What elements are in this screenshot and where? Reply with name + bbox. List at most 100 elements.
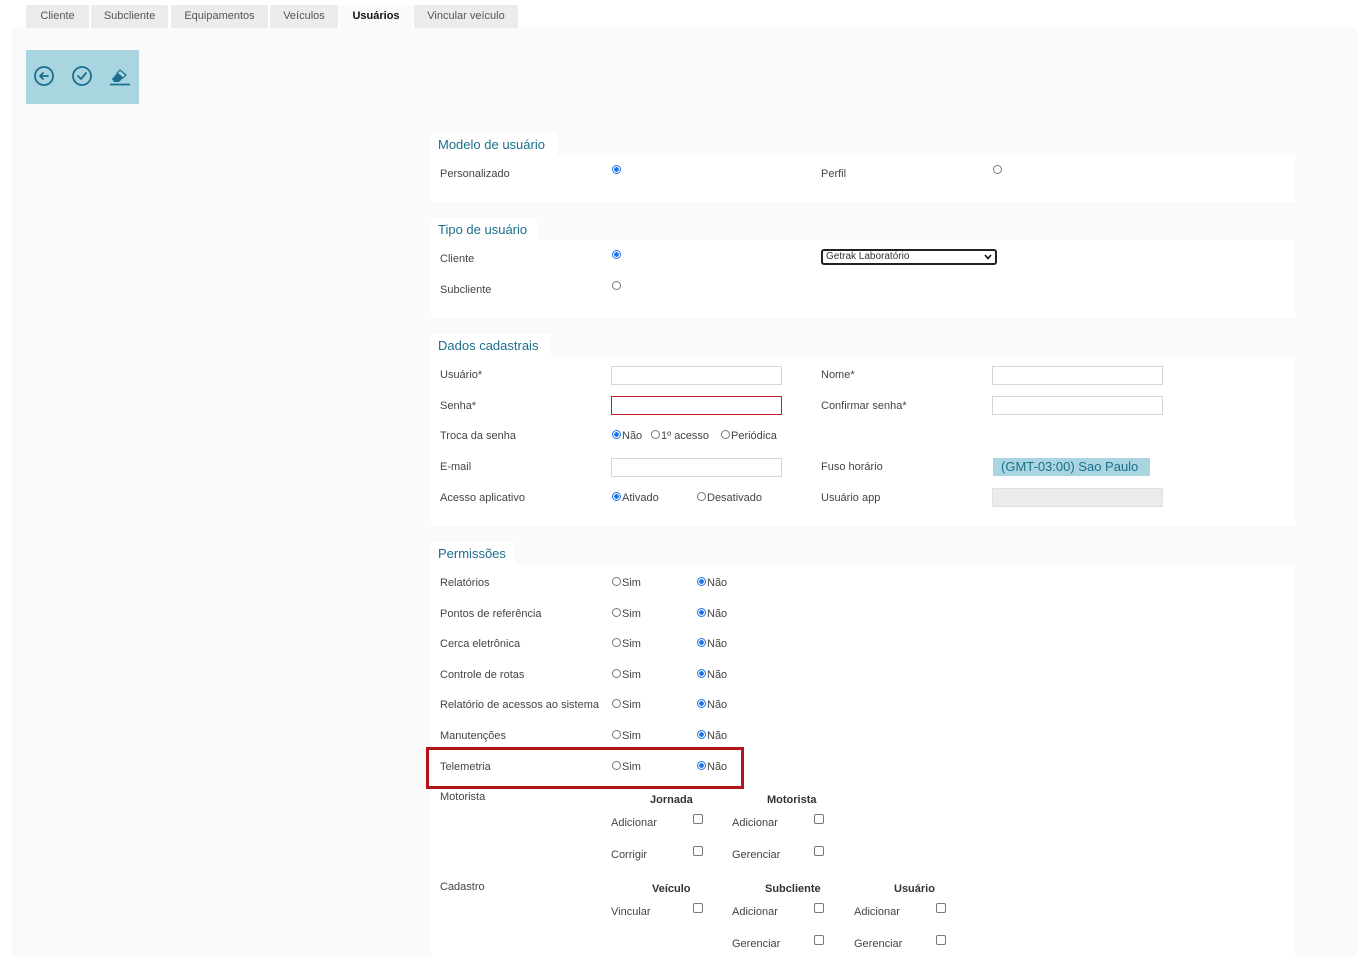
section-modelo	[431, 155, 1295, 202]
label-acesso-desativado: Desativado	[707, 492, 763, 504]
nome-input[interactable]	[992, 366, 1163, 385]
label-nao: Não	[707, 699, 728, 711]
checkbox-jornada-adicionar[interactable]	[693, 814, 703, 824]
label-nao: Não	[707, 577, 728, 589]
fuso-horario-value: (GMT-03:00) Sao Paulo	[1001, 459, 1139, 474]
tab-cliente[interactable]: Cliente	[26, 5, 89, 28]
radio-manutencoes-sim[interactable]	[612, 730, 621, 739]
label-usuario-app: Usuário app	[821, 492, 881, 504]
usuario-app-input	[992, 488, 1163, 507]
label-motorista: Motorista	[440, 791, 486, 803]
label-troca-nao: Não	[622, 430, 643, 442]
label-troca-periodica: Periódica	[731, 430, 777, 442]
radio-rotas-sim[interactable]	[612, 669, 621, 678]
label-senha: Senha*	[440, 400, 477, 412]
checkbox-subcliente-gerenciar[interactable]	[814, 935, 824, 945]
label-usuario-adicionar: Adicionar	[854, 906, 900, 918]
usuario-input[interactable]	[611, 366, 782, 385]
label-sim: Sim	[622, 577, 641, 589]
telemetria-highlight-box	[426, 747, 744, 789]
checkbox-subcliente-adicionar[interactable]	[814, 903, 824, 913]
label-sim: Sim	[622, 638, 641, 650]
section-title-permissoes: Permissões	[431, 542, 515, 564]
email-input[interactable]	[611, 458, 782, 477]
radio-manutencoes-nao[interactable]	[697, 730, 706, 739]
radio-troca-periodica[interactable]	[721, 430, 730, 439]
label-sim: Sim	[622, 730, 641, 742]
label-email: E-mail	[440, 461, 472, 473]
label-fuso-horario: Fuso horário	[821, 461, 883, 473]
tab-usuarios[interactable]: Usuários	[340, 5, 412, 28]
confirmar-senha-input[interactable]	[992, 396, 1163, 415]
section-title-dados: Dados cadastrais	[431, 334, 551, 356]
label-motorista-adicionar: Adicionar	[732, 817, 778, 829]
clear-button[interactable]	[108, 65, 130, 87]
radio-troca-1-acesso[interactable]	[651, 430, 660, 439]
eraser-icon	[110, 69, 130, 86]
label-jornada-adicionar: Adicionar	[611, 817, 657, 829]
label-nome: Nome*	[821, 369, 855, 381]
label-veiculo-vincular: Vincular	[611, 906, 651, 918]
section-title-tipo: Tipo de usuário	[431, 218, 537, 240]
radio-pontos-nao[interactable]	[697, 608, 706, 617]
label-troca-senha: Troca da senha	[440, 430, 517, 442]
label-sim: Sim	[622, 608, 641, 620]
col-veiculo: Veículo	[652, 883, 691, 895]
label-relatorio-acessos: Relatório de acessos ao sistema	[440, 699, 599, 711]
back-button[interactable]	[33, 65, 55, 87]
checkbox-jornada-corrigir[interactable]	[693, 846, 703, 856]
label-nao: Não	[707, 608, 728, 620]
fuso-horario-select[interactable]: (GMT-03:00) Sao Paulo	[993, 458, 1150, 476]
checkbox-usuario-gerenciar[interactable]	[936, 935, 946, 945]
radio-acesso-desativado[interactable]	[697, 492, 706, 501]
label-cadastro: Cadastro	[440, 881, 485, 893]
checkbox-motorista-gerenciar[interactable]	[814, 846, 824, 856]
col-motorista: Motorista	[767, 794, 817, 806]
label-nao: Não	[707, 638, 728, 650]
label-perfil: Perfil	[821, 168, 847, 180]
label-subcliente: Subcliente	[440, 284, 492, 296]
save-button[interactable]	[71, 65, 93, 87]
radio-personalizado[interactable]	[612, 165, 621, 174]
radio-troca-nao[interactable]	[612, 430, 621, 439]
radio-acessos-sim[interactable]	[612, 699, 621, 708]
label-controle-rotas: Controle de rotas	[440, 669, 525, 681]
tab-equipamentos[interactable]: Equipamentos	[171, 5, 268, 28]
radio-relatorios-nao[interactable]	[697, 577, 706, 586]
label-cliente: Cliente	[440, 253, 475, 265]
col-jornada: Jornada	[650, 794, 693, 806]
label-sim: Sim	[622, 669, 641, 681]
radio-acesso-ativado[interactable]	[612, 492, 621, 501]
checkbox-usuario-adicionar[interactable]	[936, 903, 946, 913]
label-confirmar-senha: Confirmar senha*	[821, 400, 907, 412]
label-nao: Não	[707, 730, 728, 742]
checkbox-veiculo-vincular[interactable]	[693, 903, 703, 913]
label-subcliente-adicionar: Adicionar	[732, 906, 778, 918]
label-personalizado: Personalizado	[440, 168, 510, 180]
senha-input[interactable]	[611, 396, 782, 415]
radio-relatorios-sim[interactable]	[612, 577, 621, 586]
radio-pontos-sim[interactable]	[612, 608, 621, 617]
label-troca-1-acesso: 1º acesso	[661, 430, 710, 442]
label-motorista-gerenciar: Gerenciar	[732, 849, 781, 861]
col-subcliente: Subcliente	[765, 883, 821, 895]
tab-vincular-veiculo[interactable]: Vincular veículo	[414, 5, 518, 28]
radio-cliente[interactable]	[612, 250, 621, 259]
radio-subcliente[interactable]	[612, 281, 621, 290]
radio-cerca-sim[interactable]	[612, 638, 621, 647]
label-manutencoes: Manutenções	[440, 730, 507, 742]
label-usuario-gerenciar: Gerenciar	[854, 938, 903, 950]
tab-veiculos[interactable]: Veículos	[270, 5, 338, 28]
radio-rotas-nao[interactable]	[697, 669, 706, 678]
radio-cerca-nao[interactable]	[697, 638, 706, 647]
tab-bar: Cliente Subcliente Equipamentos Veículos…	[0, 0, 1357, 28]
tab-subcliente[interactable]: Subcliente	[91, 5, 168, 28]
back-circle-icon	[34, 66, 54, 86]
cliente-select[interactable]: Getrak Laboratório	[821, 249, 997, 265]
label-subcliente-gerenciar: Gerenciar	[732, 938, 781, 950]
check-circle-icon	[72, 66, 92, 86]
checkbox-motorista-adicionar[interactable]	[814, 814, 824, 824]
radio-acessos-nao[interactable]	[697, 699, 706, 708]
label-nao: Não	[707, 669, 728, 681]
radio-perfil[interactable]	[993, 165, 1002, 174]
